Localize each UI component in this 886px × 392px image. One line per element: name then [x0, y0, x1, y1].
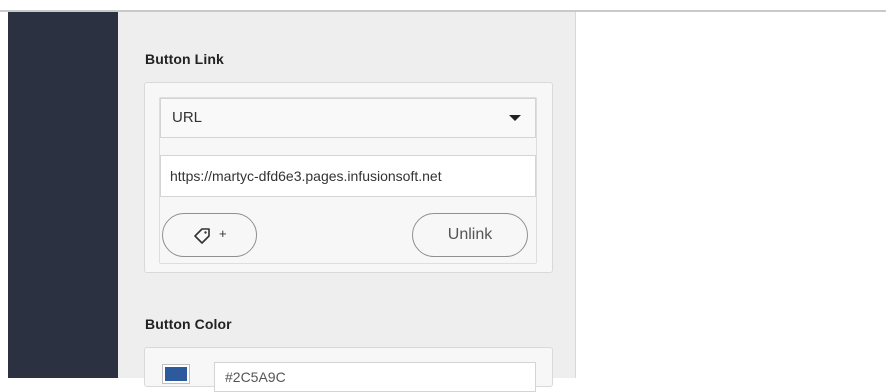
url-input[interactable]	[160, 155, 536, 197]
dark-sidebar	[8, 12, 118, 378]
hex-color-input[interactable]	[214, 362, 536, 392]
tag-plus-label: +	[219, 226, 227, 241]
color-swatch[interactable]	[162, 364, 190, 384]
add-tag-button[interactable]: +	[162, 213, 257, 257]
color-swatch-fill	[165, 367, 187, 381]
chevron-down-icon	[509, 115, 521, 121]
unlink-button[interactable]: Unlink	[412, 213, 528, 257]
window-top-border	[0, 0, 886, 12]
link-type-value: URL	[172, 109, 203, 126]
tag-icon	[193, 227, 211, 245]
preview-area	[576, 12, 886, 378]
link-type-select[interactable]: URL	[160, 98, 536, 138]
button-link-title: Button Link	[145, 51, 224, 67]
button-color-title: Button Color	[145, 316, 232, 332]
window-left-edge	[0, 12, 8, 378]
